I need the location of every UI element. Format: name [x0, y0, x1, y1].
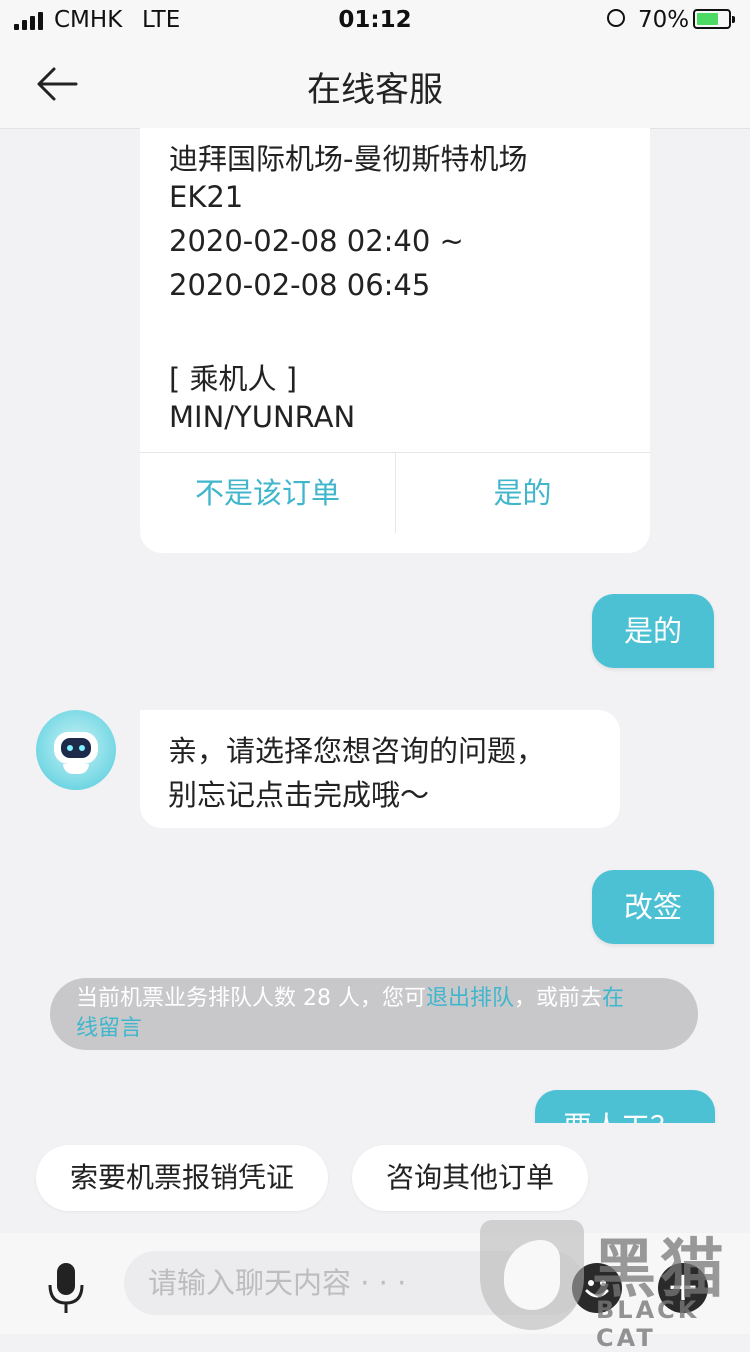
- battery-icon: [693, 9, 735, 29]
- passenger-name: MIN/YUNRAN: [169, 400, 356, 434]
- order-card: 迪拜国际机场-曼彻斯特机场 EK21 2020-02-08 02:40 ~ 20…: [140, 128, 650, 553]
- queue-notice-middle: ，或前去: [514, 986, 603, 1011]
- robot-avatar-icon: [36, 710, 116, 790]
- user-message-change: 改签: [592, 870, 714, 944]
- battery-percent: 70%: [638, 7, 690, 33]
- order-depart-time: 2020-02-08 02:40 ~: [169, 224, 464, 258]
- quick-reply-invoice[interactable]: 索要机票报销凭证: [36, 1145, 328, 1211]
- chat-area[interactable]: 迪拜国际机场-曼彻斯特机场 EK21 2020-02-08 02:40 ~ 20…: [0, 128, 750, 1123]
- rotation-lock-icon: [607, 9, 625, 27]
- user-message-partial: 要人工？: [535, 1090, 715, 1123]
- quick-reply-other-orders[interactable]: 咨询其他订单: [352, 1145, 588, 1211]
- chat-input[interactable]: [124, 1251, 584, 1315]
- exit-queue-link[interactable]: 退出排队: [426, 986, 514, 1011]
- status-bar: CMHK LTE 01:12 70%: [0, 0, 750, 42]
- passenger-label: [ 乘机人 ]: [169, 362, 298, 396]
- page-title: 在线客服: [307, 70, 443, 110]
- queue-notice-text: 当前机票业务排队人数 28 人，您可: [76, 986, 426, 1011]
- plus-icon[interactable]: +: [658, 1263, 708, 1313]
- quick-replies: 索要机票报销凭证 咨询其他订单: [0, 1145, 750, 1211]
- confirm-order-button[interactable]: 是的: [395, 453, 650, 533]
- leave-message-link-cont[interactable]: 线留言: [76, 1016, 142, 1041]
- nav-header: 在线客服: [0, 42, 750, 129]
- input-bar: +: [0, 1233, 750, 1334]
- bot-message: 亲，请选择您想咨询的问题， 别忘记点击完成哦～: [140, 710, 620, 828]
- bot-message-line2: 别忘记点击完成哦～: [168, 778, 430, 812]
- order-flight-no: EK21: [169, 180, 244, 214]
- leave-message-link[interactable]: 在: [602, 986, 624, 1011]
- bot-message-line1: 亲，请选择您想咨询的问题，: [168, 734, 546, 768]
- order-arrive-time: 2020-02-08 06:45: [169, 268, 431, 302]
- mic-icon[interactable]: [46, 1261, 86, 1315]
- user-message-confirm: 是的: [592, 594, 714, 668]
- emoji-icon[interactable]: [572, 1263, 622, 1313]
- not-this-order-button[interactable]: 不是该订单: [140, 453, 395, 533]
- queue-notice: 当前机票业务排队人数 28 人，您可退出排队，或前去在 线留言: [50, 978, 698, 1050]
- order-route: 迪拜国际机场-曼彻斯特机场: [169, 142, 528, 176]
